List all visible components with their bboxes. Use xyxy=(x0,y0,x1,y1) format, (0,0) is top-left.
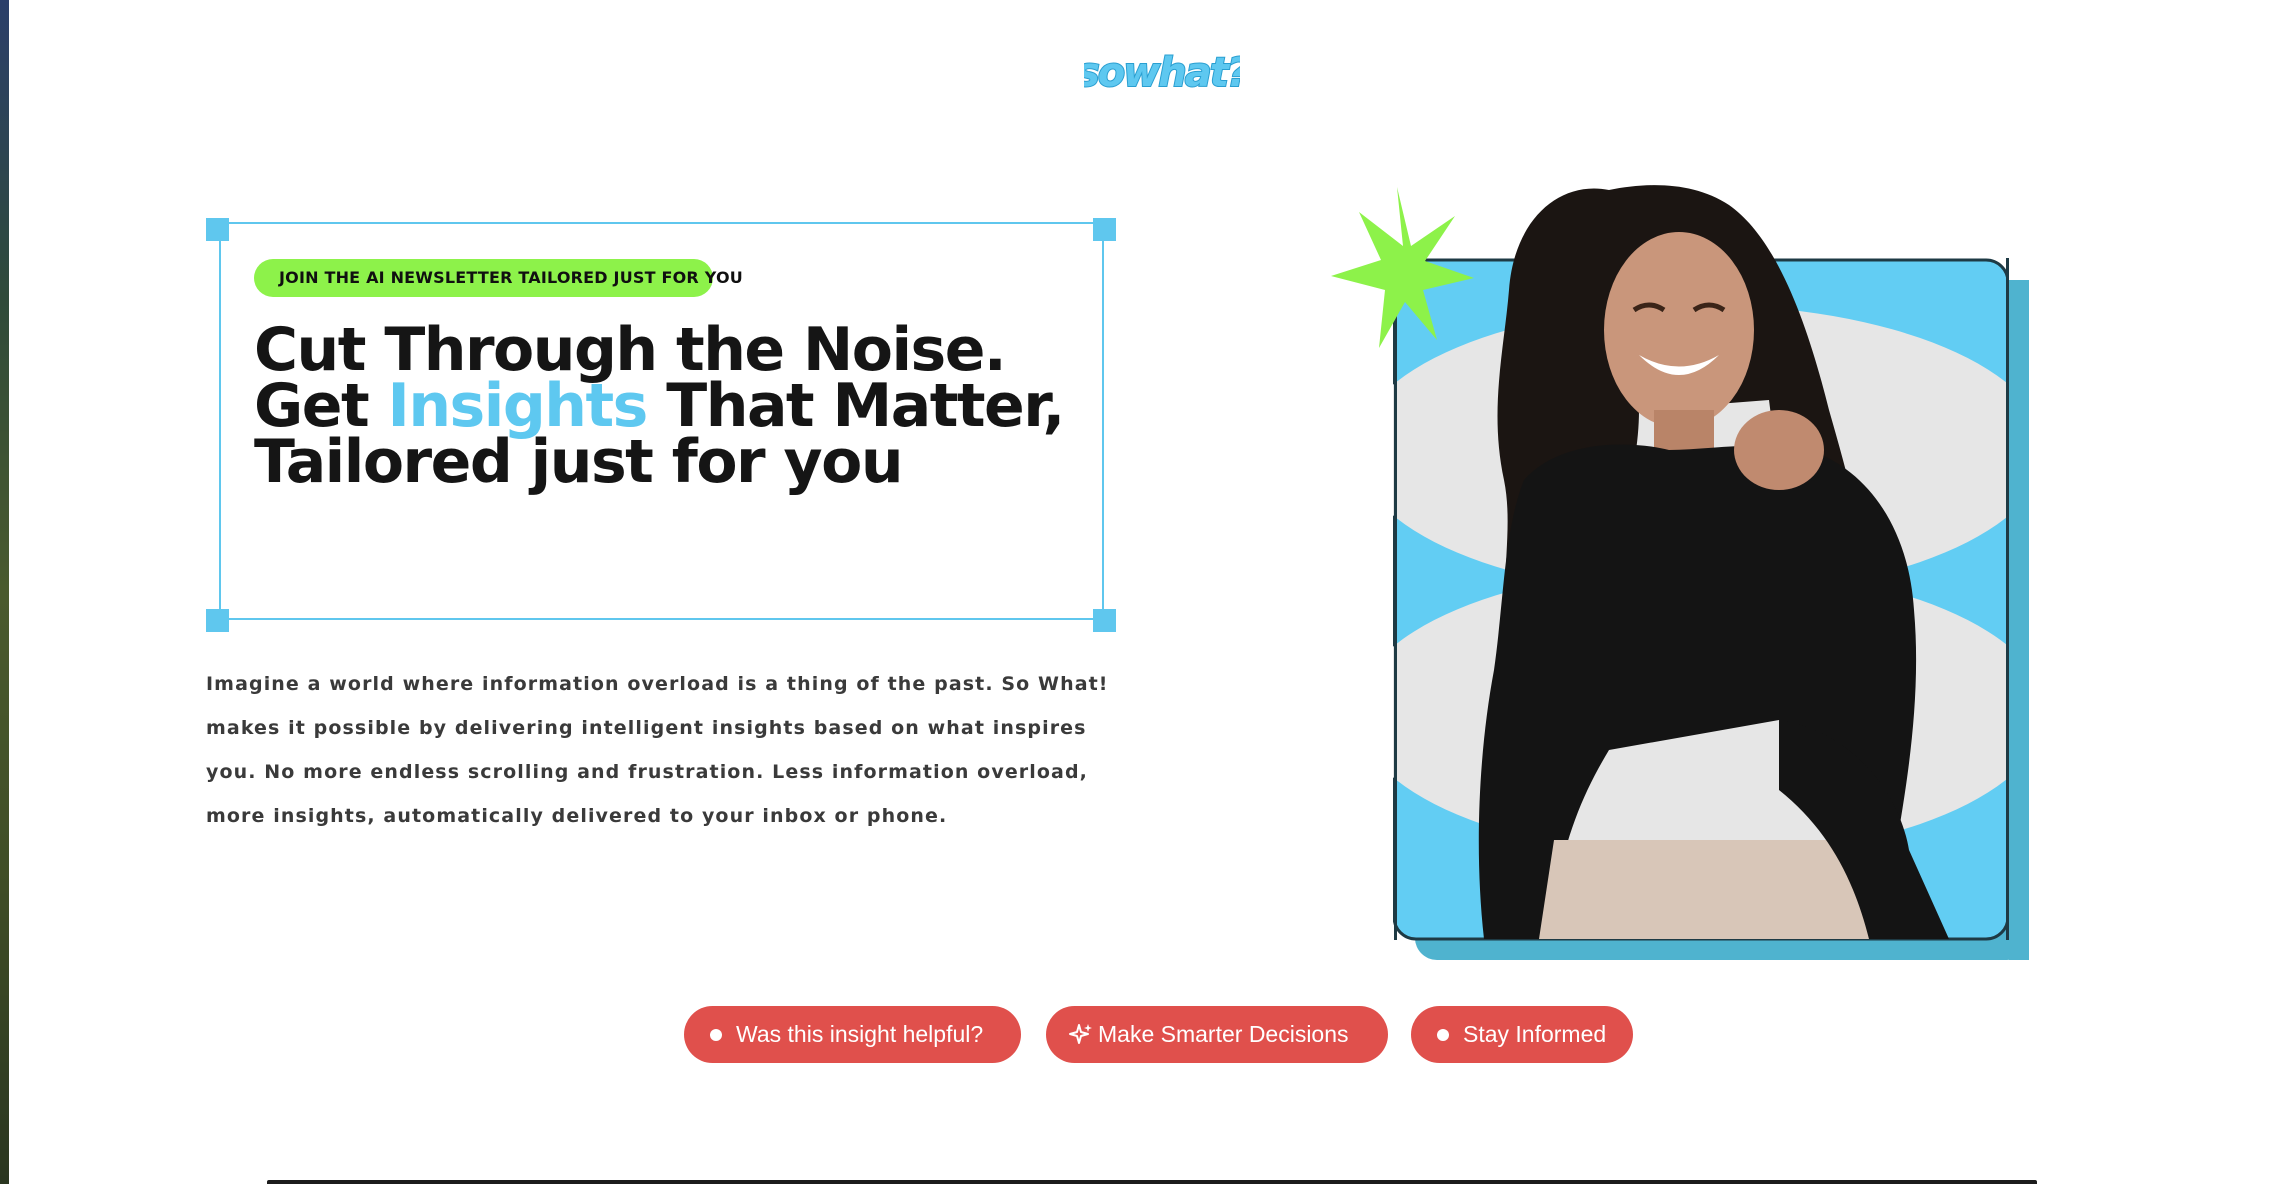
pill-label: Stay Informed xyxy=(1463,1021,1607,1047)
landing-page: sowhat? JOIN THE AI NEWSLETTER TAILORED … xyxy=(9,0,2292,1184)
portrait-trousers xyxy=(1539,840,1884,939)
newsletter-tagline-badge: JOIN THE AI NEWSLETTER TAILORED JUST FOR… xyxy=(254,259,743,297)
stay-informed-pill[interactable]: Stay Informed xyxy=(1411,1006,1633,1063)
smarter-decisions-pill[interactable]: Make Smarter Decisions xyxy=(1046,1006,1388,1063)
resize-handle-bottom-right[interactable] xyxy=(1093,609,1116,632)
portrait-hand xyxy=(1734,410,1824,490)
hero-intro-paragraph: Imagine a world where information overlo… xyxy=(206,673,1109,827)
desktop-background-strip xyxy=(0,0,9,1184)
dot-icon xyxy=(1437,1029,1449,1041)
portrait-face xyxy=(1604,232,1754,428)
resize-handle-bottom-left[interactable] xyxy=(206,609,229,632)
feedback-pill-helpful[interactable]: Was this insight helpful? xyxy=(684,1006,1021,1063)
resize-handle-top-right[interactable] xyxy=(1093,218,1116,241)
pill-label: Was this insight helpful? xyxy=(736,1021,984,1047)
sparkle-icon xyxy=(1068,1022,1094,1048)
logo-wordmark: sowhat? xyxy=(1084,50,1240,96)
dot-icon xyxy=(710,1029,722,1041)
resize-handle-top-left[interactable] xyxy=(206,218,229,241)
next-section-edge xyxy=(267,1180,2037,1184)
brand-logo[interactable]: sowhat? xyxy=(1084,44,1240,100)
hero-portrait-illustration xyxy=(1309,150,2029,960)
pill-label: Make Smarter Decisions xyxy=(1098,1021,1349,1047)
hero-headline: Cut Through the Noise. Get Insights That… xyxy=(254,320,1094,492)
